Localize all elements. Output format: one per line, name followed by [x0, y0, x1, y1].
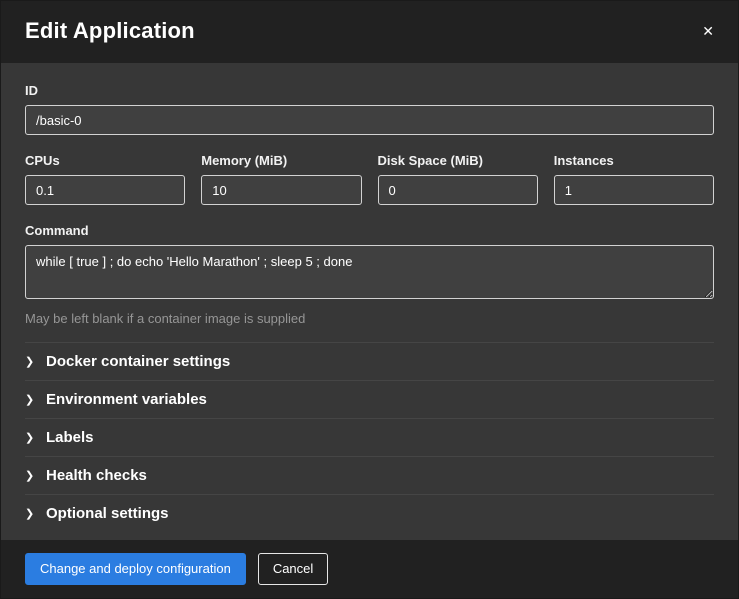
section-label: Environment variables — [46, 391, 207, 408]
section-label: Optional settings — [46, 505, 169, 522]
chevron-right-icon: ❯ — [25, 469, 35, 482]
cpus-input[interactable] — [25, 175, 185, 205]
instances-input[interactable] — [554, 175, 714, 205]
command-input[interactable]: while [ true ] ; do echo 'Hello Marathon… — [25, 245, 714, 299]
memory-label: Memory (MiB) — [201, 153, 361, 168]
id-field-group: ID — [25, 83, 714, 135]
modal-footer: Change and deploy configuration Cancel — [1, 540, 738, 598]
section-health-checks[interactable]: ❯ Health checks — [25, 456, 714, 494]
section-environment-variables[interactable]: ❯ Environment variables — [25, 380, 714, 418]
instances-label: Instances — [554, 153, 714, 168]
chevron-right-icon: ❯ — [25, 507, 35, 520]
edit-application-modal: Edit Application ✕ ID CPUs Memory (MiB) … — [0, 0, 739, 599]
close-icon[interactable]: ✕ — [700, 20, 716, 42]
modal-body: ID CPUs Memory (MiB) Disk Space (MiB) In… — [1, 63, 738, 540]
memory-input[interactable] — [201, 175, 361, 205]
section-label: Docker container settings — [46, 353, 230, 370]
modal-header: Edit Application ✕ — [1, 1, 738, 63]
section-docker-container-settings[interactable]: ❯ Docker container settings — [25, 342, 714, 380]
section-labels[interactable]: ❯ Labels — [25, 418, 714, 456]
disk-input[interactable] — [378, 175, 538, 205]
disk-label: Disk Space (MiB) — [378, 153, 538, 168]
section-label: Health checks — [46, 467, 147, 484]
chevron-right-icon: ❯ — [25, 393, 35, 406]
command-field-group: Command while [ true ] ; do echo 'Hello … — [25, 223, 714, 326]
resources-row: CPUs Memory (MiB) Disk Space (MiB) Insta… — [25, 153, 714, 205]
section-optional-settings[interactable]: ❯ Optional settings — [25, 494, 714, 532]
cpus-field-group: CPUs — [25, 153, 185, 205]
disk-field-group: Disk Space (MiB) — [378, 153, 538, 205]
instances-field-group: Instances — [554, 153, 714, 205]
section-label: Labels — [46, 429, 94, 446]
command-label: Command — [25, 223, 714, 238]
memory-field-group: Memory (MiB) — [201, 153, 361, 205]
cpus-label: CPUs — [25, 153, 185, 168]
command-help-text: May be left blank if a container image i… — [25, 311, 714, 326]
page-title: Edit Application — [25, 18, 195, 44]
collapsible-sections: ❯ Docker container settings ❯ Environmen… — [25, 342, 714, 532]
chevron-right-icon: ❯ — [25, 355, 35, 368]
id-label: ID — [25, 83, 714, 98]
chevron-right-icon: ❯ — [25, 431, 35, 444]
cancel-button[interactable]: Cancel — [258, 553, 328, 585]
deploy-button[interactable]: Change and deploy configuration — [25, 553, 246, 585]
id-input[interactable] — [25, 105, 714, 135]
